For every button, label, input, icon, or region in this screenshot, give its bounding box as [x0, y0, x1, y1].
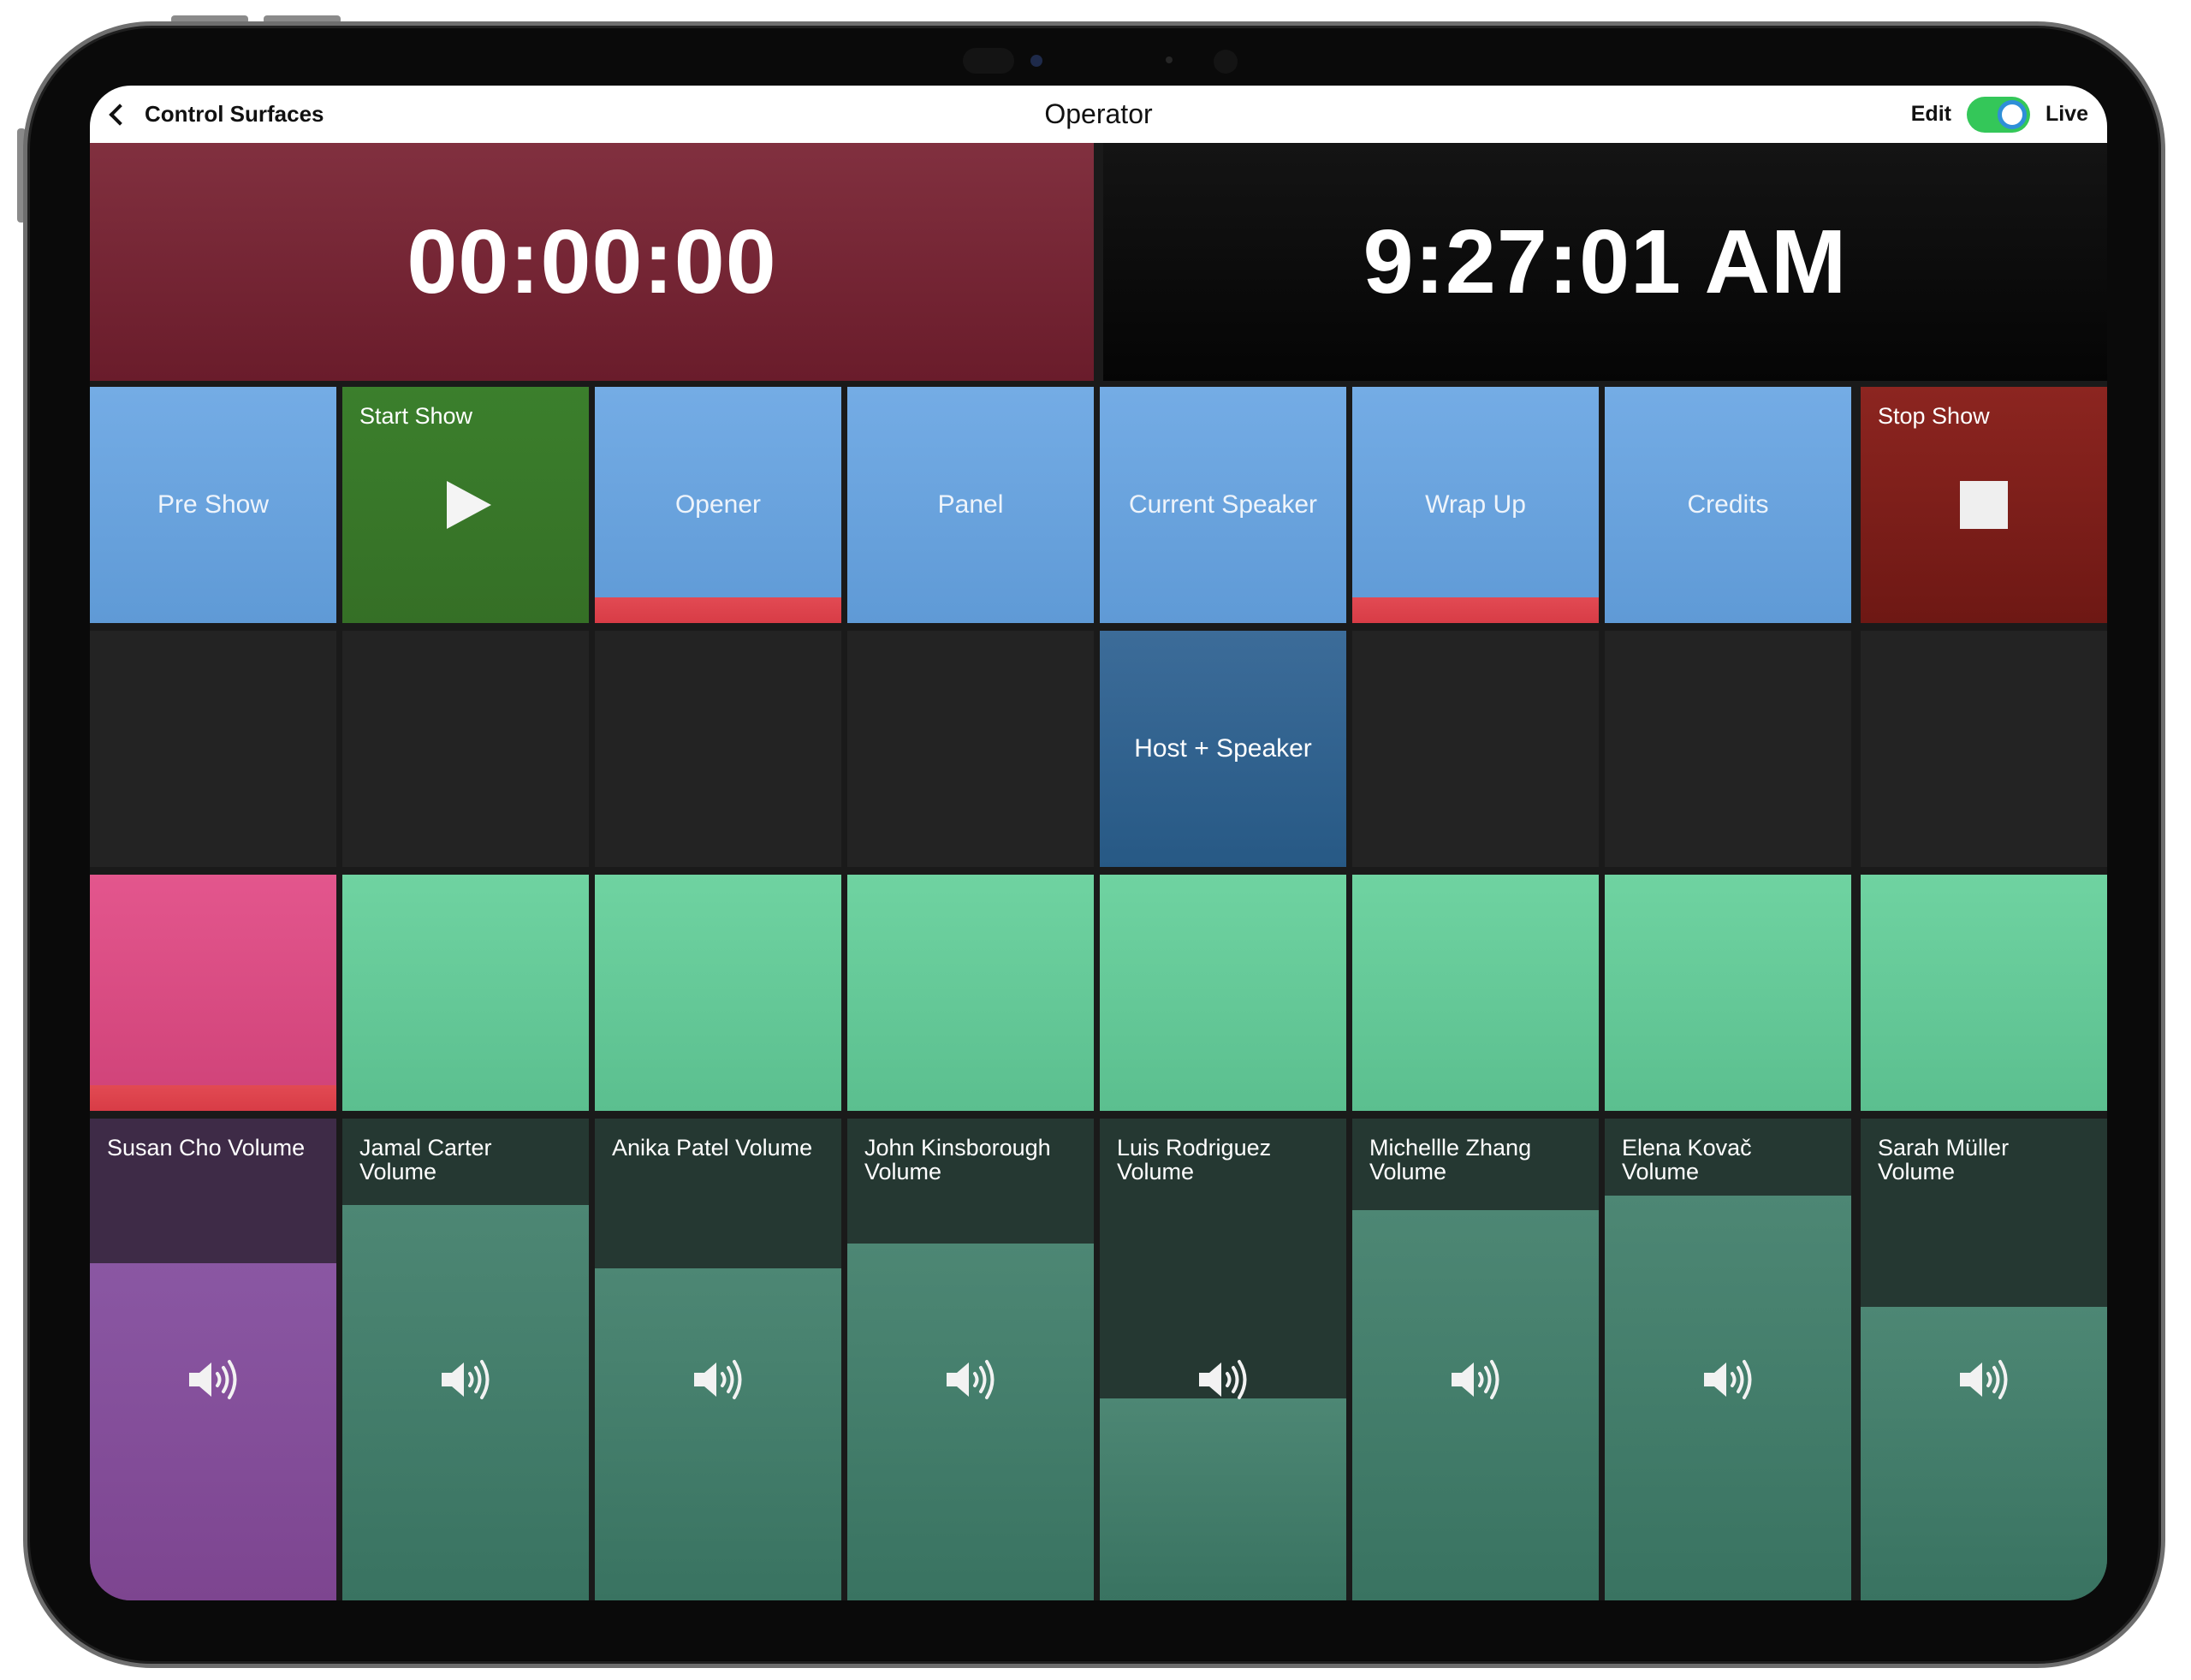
- navigation-bar: Control Surfaces Operator Edit Live: [90, 86, 2107, 143]
- active-indicator: [1352, 597, 1599, 623]
- scene-opener[interactable]: Opener: [595, 387, 841, 623]
- speaker-volume-icon: [694, 1360, 742, 1399]
- scene-label: Panel: [937, 490, 1004, 519]
- volume-label: Jamal Carter Volume: [359, 1135, 492, 1184]
- layout-slot-2[interactable]: [342, 631, 589, 867]
- speaker-volume-icon: [1960, 1360, 2008, 1399]
- layout-label: Host + Speaker: [1134, 734, 1312, 763]
- mic-pad-michellle-zhang[interactable]: [1352, 875, 1599, 1111]
- volume-label: John Kinsborough Volume: [864, 1135, 1051, 1184]
- scene-pre-show[interactable]: Pre Show: [90, 387, 336, 623]
- speaker-volume-icon: [1452, 1360, 1499, 1399]
- layout-slot-1[interactable]: [90, 631, 336, 867]
- front-camera: [1030, 55, 1042, 67]
- back-label: Control Surfaces: [145, 101, 324, 127]
- scene-label: Pre Show: [157, 490, 270, 519]
- active-indicator: [90, 1085, 336, 1111]
- volume-level-fill: [1352, 1209, 1599, 1600]
- toggle-knob: [1997, 99, 2027, 129]
- volume-level-fill: [595, 1267, 841, 1600]
- speaker-volume-icon: [1704, 1360, 1752, 1399]
- scene-label: Current Speaker: [1128, 490, 1318, 519]
- layout-host-speaker[interactable]: Host + Speaker: [1100, 631, 1346, 867]
- volume-fader-anika-patel[interactable]: Anika Patel Volume: [595, 1119, 841, 1600]
- page-title: Operator: [1044, 98, 1153, 129]
- start-show-label: Start Show: [359, 403, 473, 429]
- mic-pad-anika-patel[interactable]: [595, 875, 841, 1111]
- play-icon: [447, 481, 491, 529]
- mic-pad-john-kinsborough[interactable]: [847, 875, 1094, 1111]
- volume-level-fill: [1100, 1398, 1346, 1600]
- time-of-day-clock: 9:27:01 AM: [1103, 143, 2107, 381]
- volume-fader-elena-kovac[interactable]: Elena Kovač Volume: [1605, 1119, 1851, 1600]
- volume-label: Michellle Zhang Volume: [1369, 1135, 1532, 1184]
- scene-label: Opener: [674, 490, 762, 519]
- scene-current-speaker[interactable]: Current Speaker: [1100, 387, 1346, 623]
- sensor-lens: [1214, 50, 1238, 74]
- scene-credits[interactable]: Credits: [1605, 387, 1851, 623]
- stop-icon: [1960, 481, 2008, 529]
- countdown-timer: 00:00:00: [90, 143, 1094, 381]
- scene-label: Credits: [1687, 490, 1769, 519]
- mode-switch-group: Edit Live: [1911, 86, 2088, 143]
- volume-level-fill: [1861, 1306, 2107, 1600]
- scene-wrap-up[interactable]: Wrap Up: [1352, 387, 1599, 623]
- sensor-dot: [1166, 56, 1173, 63]
- layout-slot-3[interactable]: [595, 631, 841, 867]
- chevron-left-icon: [109, 103, 131, 126]
- layout-slot-8[interactable]: [1861, 631, 2107, 867]
- layout-slot-4[interactable]: [847, 631, 1094, 867]
- volume-level-fill: [847, 1244, 1094, 1600]
- layout-slot-7[interactable]: [1605, 631, 1851, 867]
- active-indicator: [595, 597, 841, 623]
- speaker-volume-icon: [947, 1360, 995, 1399]
- start-show-button[interactable]: Start Show: [342, 387, 589, 623]
- speaker-volume-icon: [442, 1360, 490, 1399]
- volume-label: Luis Rodriguez Volume: [1117, 1135, 1272, 1184]
- volume-fader-michellle-zhang[interactable]: Michellle Zhang Volume: [1352, 1119, 1599, 1600]
- layout-slot-6[interactable]: [1352, 631, 1599, 867]
- back-button[interactable]: Control Surfaces: [104, 86, 324, 143]
- volume-label: Sarah Müller Volume: [1878, 1135, 2010, 1184]
- volume-label: Susan Cho Volume: [107, 1135, 306, 1161]
- scene-panel[interactable]: Panel: [847, 387, 1094, 623]
- edit-live-toggle[interactable]: [1966, 96, 2030, 133]
- speaker-volume-icon: [189, 1360, 237, 1399]
- volume-fader-luis-rodriguez[interactable]: Luis Rodriguez Volume: [1100, 1119, 1346, 1600]
- camera-housing: [963, 48, 1014, 74]
- stop-show-label: Stop Show: [1878, 403, 1990, 429]
- scene-label: Wrap Up: [1425, 490, 1526, 519]
- edit-label: Edit: [1910, 102, 1951, 126]
- volume-level-fill: [90, 1262, 336, 1600]
- mic-pad-elena-kovac[interactable]: [1605, 875, 1851, 1111]
- app-screen: Control Surfaces Operator Edit Live 00:0…: [90, 86, 2107, 1600]
- speaker-volume-icon: [1199, 1360, 1247, 1399]
- volume-fader-sarah-muller[interactable]: Sarah Müller Volume: [1861, 1119, 2107, 1600]
- volume-label: Elena Kovač Volume: [1622, 1135, 1752, 1184]
- volume-fader-susan-cho[interactable]: Susan Cho Volume: [90, 1119, 336, 1600]
- mic-pad-susan-cho[interactable]: [90, 875, 336, 1111]
- volume-fader-john-kinsborough[interactable]: John Kinsborough Volume: [847, 1119, 1094, 1600]
- stop-show-button[interactable]: Stop Show: [1861, 387, 2107, 623]
- live-label: Live: [2045, 102, 2088, 126]
- volume-level-fill: [342, 1205, 589, 1600]
- mic-pad-jamal-carter[interactable]: [342, 875, 589, 1111]
- volume-label: Anika Patel Volume: [612, 1135, 813, 1161]
- mic-pad-luis-rodriguez[interactable]: [1100, 875, 1346, 1111]
- volume-fader-jamal-carter[interactable]: Jamal Carter Volume: [342, 1119, 589, 1600]
- mic-pad-sarah-muller[interactable]: [1861, 875, 2107, 1111]
